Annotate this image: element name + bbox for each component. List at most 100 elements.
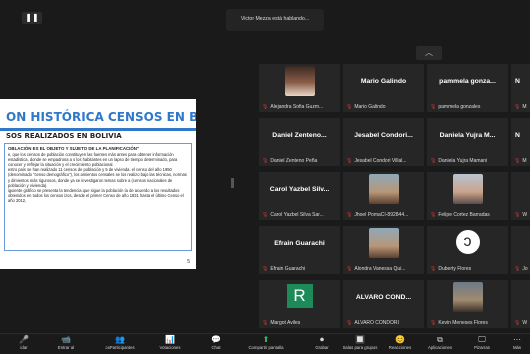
participant-tile[interactable]: Efrain Guarachi 🎙 Efrain Guarachi — [259, 226, 340, 274]
participant-label-text: Duberty Flores — [438, 266, 472, 272]
participant-tile-partial[interactable]: 🎙 Jo — [511, 226, 530, 274]
participant-label-text: Jhoel PomaCI-892844... — [354, 212, 409, 218]
participant-label-text: Efrain Guarachi — [270, 266, 306, 272]
participant-tile[interactable]: R 🎙 Margot Aviles — [259, 280, 340, 328]
participant-label: 🎙 Daniel Zenteno Peña — [262, 158, 339, 164]
participant-name: ALVARO COND... — [355, 294, 412, 301]
toolbar-button[interactable]: ⋯ Más — [505, 335, 529, 353]
participant-name: pammela gonza... — [439, 78, 496, 85]
participant-label-text: Kevin Meneses Flores — [438, 320, 488, 326]
toolbar-label: Participantes — [109, 345, 135, 350]
muted-mic-icon: 🎙 — [262, 104, 269, 110]
pause-share-button[interactable]: ❚❚ — [22, 12, 42, 24]
muted-mic-icon: 🎙 — [430, 104, 437, 110]
toolbar-button[interactable]: 📊 Votaciones — [150, 335, 190, 353]
muted-mic-icon: 🎙 — [262, 266, 269, 272]
slide-paragraph-3: iguiente gráfico se presenta la tendenci… — [8, 187, 184, 203]
toolbar-label: Votaciones — [159, 345, 181, 350]
slide-title: ON HISTÓRICA CENSOS EN BOLIVIA — [0, 106, 196, 131]
participant-tile[interactable]: 🎙 Jhoel PomaCI-892844... — [343, 172, 424, 220]
shared-screen: ON HISTÓRICA CENSOS EN BOLIVIA SOS REALI… — [0, 99, 196, 269]
toolbar-button[interactable]: 💬 Chat — [196, 335, 236, 353]
participant-tile[interactable]: Jesabel Condori... 🎙 Jesabel Condori Villa… — [343, 118, 424, 166]
slide-paragraph-2: estro país se han realizado 11 censos de… — [8, 167, 187, 188]
participant-tile[interactable]: 🎙 Felipe Cortez Barradas — [427, 172, 508, 220]
scroll-up-icon[interactable]: ︿ — [416, 46, 442, 60]
participant-label-text: Alejandra Sofia Guzm... — [270, 104, 324, 110]
participant-tile[interactable]: 🎙 Kevin Meneses Flores — [427, 280, 508, 328]
participant-label: 🎙 Duberty Flores — [430, 266, 507, 272]
slide-text-box: OBLACIÓN ES EL OBJETO Y SUJETO DE LA PLA… — [4, 143, 192, 251]
participant-tile-partial[interactable]: 🎙 W — [511, 280, 530, 328]
muted-mic-icon: 🎙 — [514, 158, 521, 164]
toolbar-button[interactable]: ⧉ Aplicaciones — [420, 335, 460, 353]
pause-icon: ❚❚ — [25, 13, 39, 22]
toolbar-label: Más — [512, 345, 522, 350]
toolbar-button[interactable]: 🖵 Pizarras — [462, 335, 502, 353]
muted-mic-icon: 🎙 — [514, 212, 521, 218]
participant-label: 🎙 W — [514, 212, 529, 218]
meeting-toolbar: 🎤 idar 📹 Entrar al 👥 26Participantes 📊 Votacion… — [0, 333, 530, 354]
participant-tile-partial[interactable]: N 🎙 M — [511, 118, 530, 166]
participant-label-text: Margot Aviles — [270, 320, 301, 326]
toolbar-icon: 📊 — [165, 335, 175, 344]
participant-name: N — [515, 132, 520, 139]
toolbar-button[interactable]: 👥 26Participantes — [100, 335, 140, 353]
toolbar-icon: ⏺ — [320, 335, 324, 344]
muted-mic-icon: 🎙 — [262, 158, 269, 164]
toolbar-label: Reacciones — [388, 345, 412, 350]
toolbar-label: Chat — [211, 345, 221, 350]
participant-tile[interactable]: Carol Yazbel Silv... 🎙 Carol Yazbel Silva … — [259, 172, 340, 220]
muted-mic-icon: 🎙 — [430, 320, 437, 326]
participant-video — [368, 228, 399, 258]
toolbar-icon: ⋯ — [513, 335, 521, 344]
toolbar-icon: 😊 — [395, 335, 405, 344]
participant-name: Jesabel Condori... — [354, 132, 413, 139]
muted-mic-icon: 🎙 — [346, 158, 353, 164]
toolbar-button[interactable]: ⏺ Grabar — [302, 335, 342, 353]
slide-number: 5 — [187, 259, 190, 265]
toolbar-button[interactable]: 📹 Entrar al — [46, 335, 86, 353]
participant-label: 🎙 M — [514, 158, 529, 164]
toolbar-label: idar — [20, 345, 28, 350]
participant-video — [368, 174, 399, 204]
participant-label-text: pammela gonzales — [438, 104, 481, 110]
participant-label: 🎙 Felipe Cortez Barradas — [430, 212, 507, 218]
participant-label: 🎙 Alondra Vanessa Qui... — [346, 266, 423, 272]
participant-tile-partial[interactable]: 🎙 W — [511, 172, 530, 220]
slide-paragraph-1: e, que los censos de población constituy… — [8, 152, 178, 168]
speaker-indicator: Victor Mezza está hablando... — [226, 9, 324, 31]
muted-mic-icon: 🎙 — [346, 266, 353, 272]
participant-label-text: Carol Yazbel Silva Sar... — [270, 212, 324, 218]
participant-tile[interactable]: Daniel Zenteno... 🎙 Daniel Zenteno Peña — [259, 118, 340, 166]
muted-mic-icon: 🎙 — [430, 212, 437, 218]
participant-name: Mario Galindo — [360, 78, 407, 85]
toolbar-icon: 👥 — [115, 335, 125, 344]
toolbar-button[interactable]: 🔲 Salas para grupos — [340, 335, 380, 353]
participant-tile-partial[interactable]: N 🎙 M — [511, 64, 530, 112]
participant-label-text: W — [522, 320, 528, 326]
participant-label: 🎙 M — [514, 104, 529, 110]
participant-tile[interactable]: Mario Galindo 🎙 Mario Galindo — [343, 64, 424, 112]
participant-tile[interactable]: 🎙 Alondra Vanessa Qui... — [343, 226, 424, 274]
participant-tile[interactable]: ↄ 🎙 Duberty Flores — [427, 226, 508, 274]
toolbar-label: Salas para grupos — [342, 345, 378, 350]
toolbar-button[interactable]: ⬆ Compartir pantalla — [246, 335, 286, 353]
muted-mic-icon: 🎙 — [346, 104, 353, 110]
participant-video — [284, 66, 315, 96]
participant-tile[interactable]: pammela gonza... 🎙 pammela gonzales — [427, 64, 508, 112]
participant-label: 🎙 Mario Galindo — [346, 104, 423, 110]
participant-label: 🎙 ALVARO CONDORI — [346, 320, 423, 326]
muted-mic-icon: 🎙 — [262, 212, 269, 218]
muted-mic-icon: 🎙 — [346, 212, 353, 218]
toolbar-label: Entrar al — [57, 345, 75, 350]
slide-subtitle: SOS REALIZADOS EN BOLIVIA — [6, 132, 122, 140]
toolbar-button[interactable]: 😊 Reacciones — [380, 335, 420, 353]
participant-tile[interactable]: ALVARO COND... 🎙 ALVARO CONDORI — [343, 280, 424, 328]
participant-tile[interactable]: 🎙 Alejandra Sofia Guzm... — [259, 64, 340, 112]
toolbar-button[interactable]: 🎤 idar — [4, 335, 44, 353]
participant-label-text: ALVARO CONDORI — [354, 320, 399, 326]
participant-tile[interactable]: Daniela Yujra M... 🎙 Daniela Yujra Mamani — [427, 118, 508, 166]
resize-handle[interactable] — [231, 178, 234, 188]
muted-mic-icon: 🎙 — [430, 266, 437, 272]
